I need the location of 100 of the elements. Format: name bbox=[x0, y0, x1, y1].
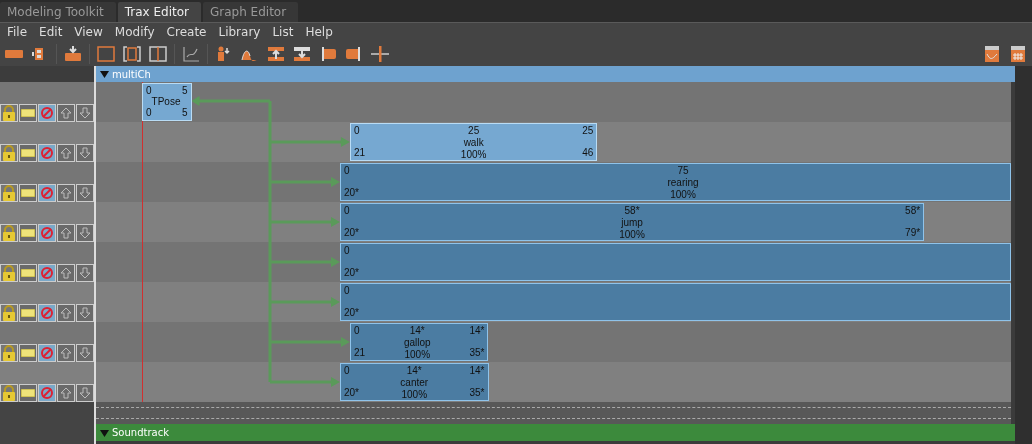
mute-toggle[interactable] bbox=[38, 184, 56, 202]
solo-toggle[interactable] bbox=[19, 344, 37, 362]
split-line-icon[interactable] bbox=[370, 44, 390, 63]
split-frame-icon[interactable] bbox=[148, 44, 168, 63]
mute-toggle[interactable] bbox=[38, 264, 56, 282]
move-down-button[interactable] bbox=[76, 344, 94, 362]
arrow-down-icon bbox=[79, 387, 91, 399]
solo-toggle[interactable] bbox=[19, 384, 37, 402]
mute-toggle[interactable] bbox=[38, 304, 56, 322]
clip-name: TPose bbox=[151, 96, 181, 108]
clip-end: 46 bbox=[582, 147, 594, 159]
bracket-icon[interactable] bbox=[122, 44, 142, 63]
clip[interactable]: 0 20* 75 rearing 100% bbox=[340, 163, 1011, 201]
move-down-button[interactable] bbox=[76, 224, 94, 242]
clip-start: 21 bbox=[353, 147, 365, 159]
merge-up-icon[interactable] bbox=[266, 44, 286, 63]
move-down-button[interactable] bbox=[76, 184, 94, 202]
solo-toggle[interactable] bbox=[19, 144, 37, 162]
dope-sheet-icon[interactable] bbox=[1008, 44, 1028, 63]
arrow-down-icon bbox=[79, 147, 91, 159]
character-name: multiCh bbox=[112, 68, 151, 80]
clip-start: 20* bbox=[344, 267, 359, 279]
tab[interactable]: Graph Editor bbox=[203, 2, 299, 22]
soundtrack-bar[interactable]: Soundtrack bbox=[96, 424, 1015, 441]
menu-item[interactable]: Help bbox=[300, 25, 340, 39]
move-up-button[interactable] bbox=[57, 384, 75, 402]
move-down-button[interactable] bbox=[76, 384, 94, 402]
clip-duration: 25 bbox=[468, 125, 480, 137]
mute-toggle[interactable] bbox=[38, 104, 56, 122]
solo-toggle[interactable] bbox=[19, 104, 37, 122]
soundtrack-label: Soundtrack bbox=[112, 427, 169, 438]
menu-item[interactable]: Create bbox=[161, 25, 214, 39]
bar-icon bbox=[21, 309, 35, 317]
clip-source-end: 14* bbox=[469, 325, 485, 337]
solo-toggle[interactable] bbox=[19, 224, 37, 242]
no-entry-icon bbox=[40, 106, 54, 120]
arrow-down-icon bbox=[79, 107, 91, 119]
no-entry-icon bbox=[40, 386, 54, 400]
move-up-button[interactable] bbox=[57, 344, 75, 362]
move-up-button[interactable] bbox=[57, 304, 75, 322]
clip[interactable]: 0 21 25 walk 100% 25 46 bbox=[349, 123, 598, 161]
arrow-up-icon bbox=[60, 347, 72, 359]
move-up-button[interactable] bbox=[57, 224, 75, 242]
mute-toggle[interactable] bbox=[38, 224, 56, 242]
arrow-up-icon bbox=[60, 187, 72, 199]
merge-down-icon[interactable] bbox=[292, 44, 312, 63]
clip-source-end: 58* bbox=[905, 205, 921, 217]
tab[interactable]: Trax Editor bbox=[117, 2, 201, 22]
arrow-down-icon bbox=[79, 347, 91, 359]
graph-editor-icon[interactable] bbox=[982, 44, 1002, 63]
clip-scale: 100% bbox=[619, 229, 645, 241]
clip-source-start: 0 bbox=[344, 165, 350, 177]
menu-item[interactable]: File bbox=[2, 25, 35, 39]
move-down-button[interactable] bbox=[76, 104, 94, 122]
frame-icon[interactable] bbox=[96, 44, 116, 63]
clip-duration: 14* bbox=[406, 365, 422, 377]
mute-toggle[interactable] bbox=[38, 144, 56, 162]
clip-end: 35* bbox=[469, 347, 485, 359]
expand-icon[interactable] bbox=[100, 428, 109, 437]
solo-toggle[interactable] bbox=[19, 184, 37, 202]
move-up-button[interactable] bbox=[57, 144, 75, 162]
menu-item[interactable]: List bbox=[267, 25, 301, 39]
clip-end: 35* bbox=[469, 387, 485, 399]
clip[interactable]: 0 0 TPose 5 5 bbox=[142, 83, 192, 121]
mute-toggle[interactable] bbox=[38, 344, 56, 362]
solo-toggle[interactable] bbox=[19, 304, 37, 322]
clip[interactable]: 0 20* bbox=[340, 283, 1011, 321]
tab[interactable]: Modeling Toolkit bbox=[0, 2, 116, 22]
bar-icon bbox=[21, 229, 35, 237]
menu-item[interactable]: View bbox=[69, 25, 110, 39]
no-entry-icon bbox=[40, 226, 54, 240]
clip-name: jump bbox=[621, 217, 643, 229]
expand-icon[interactable] bbox=[100, 70, 109, 78]
import-icon[interactable] bbox=[63, 44, 83, 63]
move-up-button[interactable] bbox=[57, 104, 75, 122]
move-up-button[interactable] bbox=[57, 184, 75, 202]
clip[interactable]: 0 20* bbox=[340, 243, 1011, 281]
mute-toggle[interactable] bbox=[38, 384, 56, 402]
move-down-button[interactable] bbox=[76, 144, 94, 162]
clip-source-start: 0 bbox=[344, 245, 350, 257]
clip-source-start: 0 bbox=[353, 325, 360, 337]
graph-icon[interactable] bbox=[181, 44, 201, 63]
clip[interactable]: 0 20* 14* canter 100% 14* 35* bbox=[340, 363, 489, 401]
clip-name: canter bbox=[400, 377, 429, 389]
arrow-up-icon bbox=[60, 227, 72, 239]
clip-source-start: 0 bbox=[344, 365, 350, 377]
no-entry-icon bbox=[40, 346, 54, 360]
move-down-button[interactable] bbox=[76, 304, 94, 322]
menu-item[interactable]: Edit bbox=[34, 25, 70, 39]
move-down-button[interactable] bbox=[76, 264, 94, 282]
clip-start: 0 bbox=[146, 107, 152, 119]
no-entry-icon bbox=[40, 146, 54, 160]
menu-item[interactable]: Modify bbox=[109, 25, 162, 39]
solo-toggle[interactable] bbox=[19, 264, 37, 282]
clip[interactable]: 0 21 14* gallop 100% 14* 35* bbox=[349, 323, 489, 361]
clip[interactable]: 0 20* 58* jump 100% 58* 79* bbox=[340, 203, 925, 241]
menu-item[interactable]: Library bbox=[213, 25, 268, 39]
move-up-button[interactable] bbox=[57, 264, 75, 282]
bar-icon bbox=[21, 269, 35, 277]
clip-duration: 75 bbox=[677, 165, 689, 177]
